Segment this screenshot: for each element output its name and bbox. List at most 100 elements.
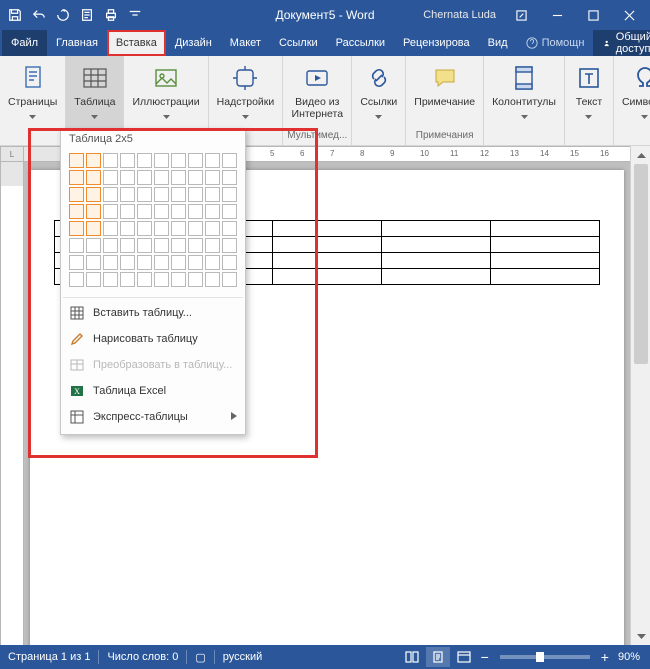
menu-insert-table[interactable]: Вставить таблицу... xyxy=(61,300,245,326)
grid-cell[interactable] xyxy=(188,170,203,185)
table-grid-picker[interactable] xyxy=(61,149,245,295)
grid-cell[interactable] xyxy=(137,170,152,185)
tab-review[interactable]: Рецензирова xyxy=(394,30,479,56)
grid-cell[interactable] xyxy=(137,187,152,202)
grid-cell[interactable] xyxy=(171,187,186,202)
text-button[interactable]: Текст xyxy=(569,60,609,116)
grid-cell[interactable] xyxy=(188,153,203,168)
print-icon[interactable] xyxy=(100,4,122,26)
grid-cell[interactable] xyxy=(86,272,101,287)
redo-icon[interactable] xyxy=(52,4,74,26)
tab-file[interactable]: Файл xyxy=(2,30,47,56)
grid-cell[interactable] xyxy=(120,170,135,185)
grid-cell[interactable] xyxy=(205,238,220,253)
online-video-button[interactable]: Видео из Интернета xyxy=(287,60,347,122)
grid-cell[interactable] xyxy=(86,153,101,168)
grid-cell[interactable] xyxy=(69,187,84,202)
grid-cell[interactable] xyxy=(205,153,220,168)
menu-excel-table[interactable]: X Таблица Excel xyxy=(61,378,245,404)
grid-cell[interactable] xyxy=(86,187,101,202)
tab-design[interactable]: Дизайн xyxy=(166,30,221,56)
grid-cell[interactable] xyxy=(188,204,203,219)
grid-cell[interactable] xyxy=(171,204,186,219)
status-language[interactable]: русский xyxy=(215,651,270,663)
maximize-icon[interactable] xyxy=(576,0,610,30)
grid-cell[interactable] xyxy=(69,170,84,185)
grid-cell[interactable] xyxy=(69,204,84,219)
grid-cell[interactable] xyxy=(188,221,203,236)
grid-cell[interactable] xyxy=(69,272,84,287)
qat-customize-icon[interactable] xyxy=(124,4,146,26)
grid-cell[interactable] xyxy=(86,170,101,185)
grid-cell[interactable] xyxy=(86,238,101,253)
grid-cell[interactable] xyxy=(205,204,220,219)
grid-cell[interactable] xyxy=(120,272,135,287)
grid-cell[interactable] xyxy=(154,221,169,236)
grid-cell[interactable] xyxy=(222,170,237,185)
tab-help[interactable]: Помощн xyxy=(517,30,594,56)
grid-cell[interactable] xyxy=(154,272,169,287)
grid-cell[interactable] xyxy=(120,187,135,202)
grid-cell[interactable] xyxy=(205,187,220,202)
scroll-down-icon[interactable] xyxy=(631,627,650,645)
grid-cell[interactable] xyxy=(205,221,220,236)
tab-insert[interactable]: Вставка xyxy=(107,30,166,56)
grid-cell[interactable] xyxy=(120,255,135,270)
grid-cell[interactable] xyxy=(171,272,186,287)
grid-cell[interactable] xyxy=(188,187,203,202)
tab-mailings[interactable]: Рассылки xyxy=(327,30,394,56)
print-preview-icon[interactable] xyxy=(76,4,98,26)
comment-button[interactable]: Примечание xyxy=(410,60,479,110)
save-icon[interactable] xyxy=(4,4,26,26)
grid-cell[interactable] xyxy=(154,255,169,270)
grid-cell[interactable] xyxy=(222,204,237,219)
grid-cell[interactable] xyxy=(205,255,220,270)
illustrations-button[interactable]: Иллюстрации xyxy=(128,60,203,116)
grid-cell[interactable] xyxy=(137,272,152,287)
grid-cell[interactable] xyxy=(154,238,169,253)
tab-layout[interactable]: Макет xyxy=(221,30,270,56)
grid-cell[interactable] xyxy=(69,255,84,270)
grid-cell[interactable] xyxy=(222,255,237,270)
undo-icon[interactable] xyxy=(28,4,50,26)
grid-cell[interactable] xyxy=(86,204,101,219)
view-print-icon[interactable] xyxy=(426,647,450,667)
grid-cell[interactable] xyxy=(120,238,135,253)
grid-cell[interactable] xyxy=(171,221,186,236)
scroll-up-icon[interactable] xyxy=(631,146,650,164)
grid-cell[interactable] xyxy=(222,272,237,287)
addins-button[interactable]: Надстройки xyxy=(213,60,279,116)
headers-button[interactable]: Колонтитулы xyxy=(488,60,560,116)
grid-cell[interactable] xyxy=(69,221,84,236)
grid-cell[interactable] xyxy=(222,238,237,253)
menu-draw-table[interactable]: Нарисовать таблицу xyxy=(61,326,245,352)
grid-cell[interactable] xyxy=(69,238,84,253)
grid-cell[interactable] xyxy=(137,255,152,270)
status-proofing-icon[interactable]: ▢ xyxy=(187,651,213,664)
grid-cell[interactable] xyxy=(103,221,118,236)
grid-cell[interactable] xyxy=(103,238,118,253)
ruler-corner[interactable]: L xyxy=(0,146,24,162)
status-words[interactable]: Число слов: 0 xyxy=(99,651,186,663)
grid-cell[interactable] xyxy=(171,153,186,168)
share-button[interactable]: Общий доступ xyxy=(593,30,650,56)
grid-cell[interactable] xyxy=(86,255,101,270)
menu-quick-tables[interactable]: Экспресс-таблицы xyxy=(61,404,245,430)
zoom-in-button[interactable]: + xyxy=(598,649,612,665)
vertical-scrollbar[interactable] xyxy=(630,146,650,645)
user-name[interactable]: Chernata Luda xyxy=(423,9,496,21)
pages-button[interactable]: Страницы xyxy=(4,60,61,116)
tab-references[interactable]: Ссылки xyxy=(270,30,327,56)
grid-cell[interactable] xyxy=(205,170,220,185)
grid-cell[interactable] xyxy=(205,272,220,287)
zoom-level[interactable]: 90% xyxy=(614,651,644,663)
grid-cell[interactable] xyxy=(137,204,152,219)
grid-cell[interactable] xyxy=(120,153,135,168)
grid-cell[interactable] xyxy=(171,238,186,253)
grid-cell[interactable] xyxy=(171,170,186,185)
grid-cell[interactable] xyxy=(103,153,118,168)
vertical-ruler[interactable] xyxy=(0,162,24,645)
grid-cell[interactable] xyxy=(103,272,118,287)
grid-cell[interactable] xyxy=(86,221,101,236)
minimize-icon[interactable] xyxy=(540,0,574,30)
